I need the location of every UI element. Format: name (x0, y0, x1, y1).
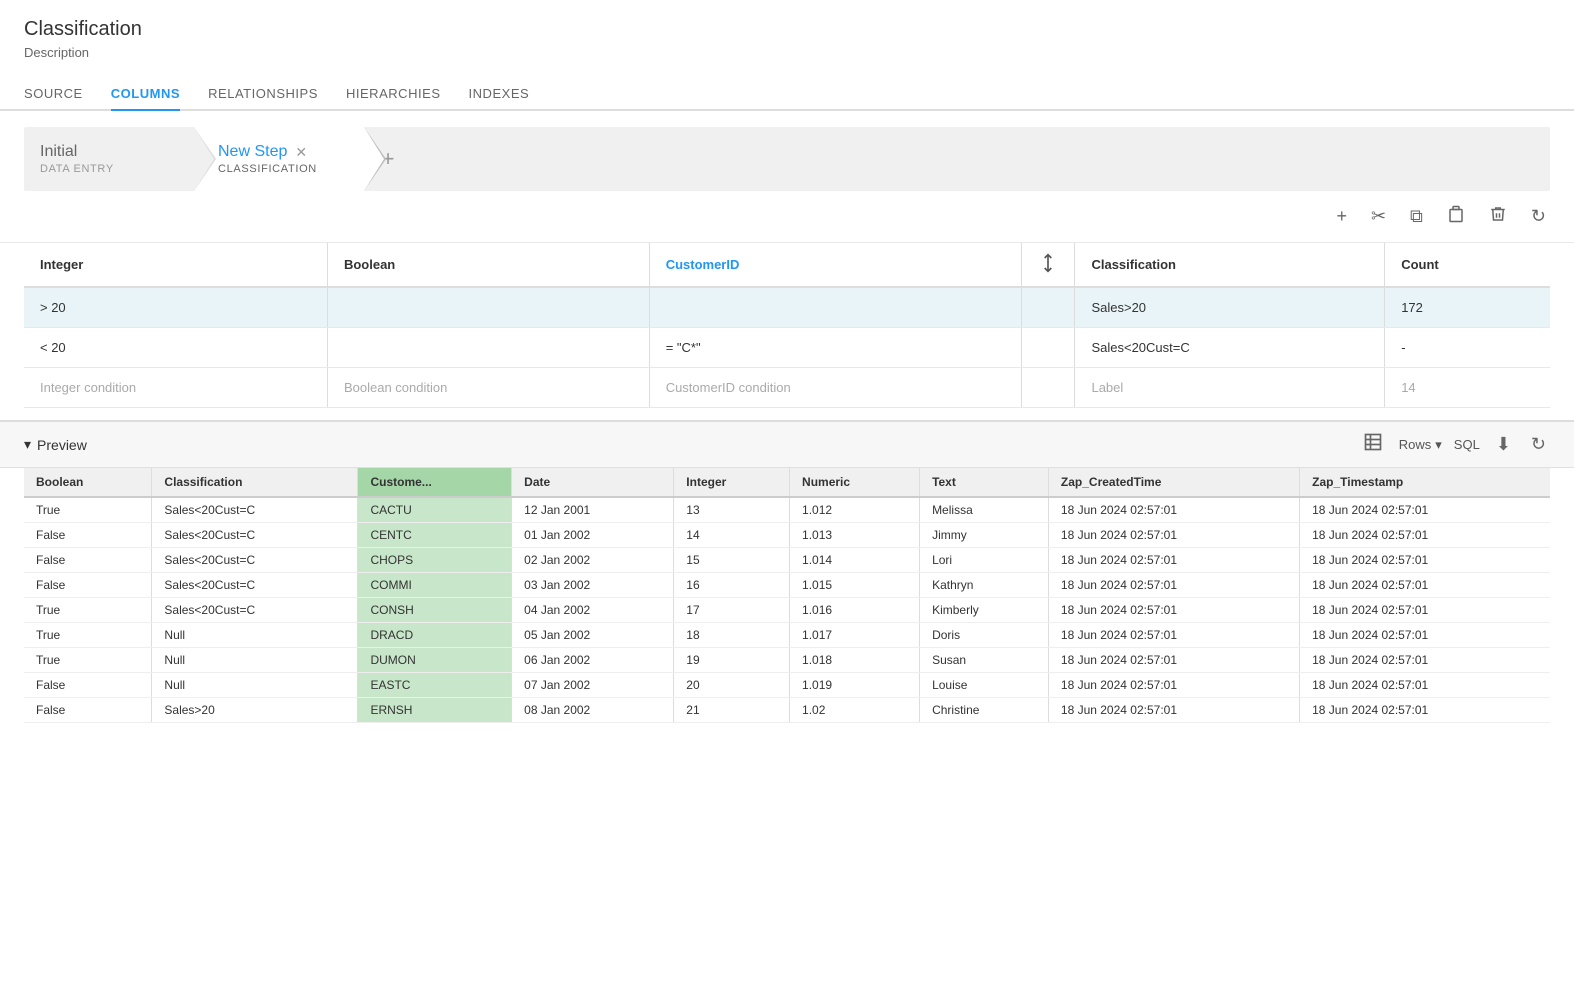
rows-selector[interactable]: Rows ▾ (1399, 437, 1442, 453)
sql-label[interactable]: SQL (1454, 437, 1480, 452)
rows-label-text: Rows (1399, 437, 1432, 452)
col-customerid[interactable]: CustomerID (649, 243, 1022, 287)
preview-controls: Rows ▾ SQL ⬇ ↻ (1359, 430, 1550, 459)
table-row: < 20= "C*"Sales<20Cust=C- (24, 328, 1550, 368)
preview-col-header: Zap_CreatedTime (1048, 468, 1299, 497)
classification-table-container: Integer Boolean CustomerID Classificatio… (0, 243, 1574, 408)
preview-col-header: Boolean (24, 468, 152, 497)
preview-title[interactable]: ▾ Preview (24, 436, 87, 453)
tab-hierarchies[interactable]: HIERARCHIES (346, 76, 441, 111)
step-newstep[interactable]: New Step ✕ CLASSIFICATION (194, 127, 364, 191)
preview-table-row: TrueSales<20Cust=CCACTU12 Jan 2001131.01… (24, 497, 1550, 523)
col-sort[interactable] (1022, 243, 1075, 287)
step-initial-name: Initial (40, 143, 77, 161)
refresh-preview-icon[interactable]: ↻ (1527, 432, 1550, 457)
preview-label: Preview (37, 437, 87, 453)
preview-table-wrap: BooleanClassificationCustome...DateInteg… (0, 468, 1574, 723)
cut-icon[interactable]: ✂ (1367, 202, 1390, 231)
step-newstep-sub: CLASSIFICATION (218, 163, 344, 175)
preview-table-row: TrueNullDRACD05 Jan 2002181.017Doris18 J… (24, 623, 1550, 648)
copy-icon[interactable]: ⧉ (1406, 202, 1427, 231)
add-icon[interactable]: + (1332, 202, 1351, 231)
table-row: > 20Sales>20172 (24, 287, 1550, 328)
preview-header-row: BooleanClassificationCustome...DateInteg… (24, 468, 1550, 497)
preview-header: ▾ Preview Rows ▾ SQL ⬇ ↻ (0, 422, 1574, 468)
steps-bar: Initial DATA ENTRY New Step ✕ CLASSIFICA… (24, 127, 1550, 191)
col-count: Count (1385, 243, 1550, 287)
refresh-icon[interactable]: ↻ (1527, 202, 1550, 231)
preview-col-header: Zap_Timestamp (1300, 468, 1550, 497)
toolbar: + ✂ ⧉ ↻ (0, 191, 1574, 243)
delete-icon[interactable] (1485, 201, 1511, 232)
preview-col-header: Integer (674, 468, 790, 497)
table-view-icon[interactable] (1359, 430, 1387, 459)
preview-table: BooleanClassificationCustome...DateInteg… (24, 468, 1550, 723)
preview-col-header: Date (512, 468, 674, 497)
preview-chevron: ▾ (24, 436, 31, 453)
classification-table: Integer Boolean CustomerID Classificatio… (24, 243, 1550, 408)
page-description: Description (24, 45, 1550, 60)
preview-col-header: Text (920, 468, 1049, 497)
step-initial[interactable]: Initial DATA ENTRY (24, 127, 194, 191)
preview-table-row: FalseSales<20Cust=CCOMMI03 Jan 2002161.0… (24, 573, 1550, 598)
col-classification: Classification (1075, 243, 1385, 287)
rows-chevron: ▾ (1435, 437, 1442, 453)
preview-col-header: Custome... (358, 468, 512, 497)
preview-table-row: FalseNullEASTC07 Jan 2002201.019Louise18… (24, 673, 1550, 698)
preview-col-header: Numeric (790, 468, 920, 497)
paste-icon[interactable] (1443, 201, 1469, 232)
step-newstep-name: New Step (218, 143, 287, 161)
preview-table-row: FalseSales>20ERNSH08 Jan 2002211.02Chris… (24, 698, 1550, 723)
col-integer: Integer (24, 243, 327, 287)
page-title: Classification (24, 18, 1550, 41)
page-header: Classification Description (0, 0, 1574, 66)
step-initial-sub: DATA ENTRY (40, 163, 174, 175)
preview-table-row: FalseSales<20Cust=CCHOPS02 Jan 2002151.0… (24, 548, 1550, 573)
preview-section: ▾ Preview Rows ▾ SQL ⬇ ↻ BooleanClassifi… (0, 420, 1574, 723)
table-row: Integer conditionBoolean conditionCustom… (24, 368, 1550, 408)
table-header-row: Integer Boolean CustomerID Classificatio… (24, 243, 1550, 287)
col-boolean: Boolean (327, 243, 649, 287)
nav-tabs: SOURCE COLUMNS RELATIONSHIPS HIERARCHIES… (0, 76, 1574, 111)
step-close-button[interactable]: ✕ (295, 144, 307, 161)
preview-table-row: TrueNullDUMON06 Jan 2002191.018Susan18 J… (24, 648, 1550, 673)
tab-indexes[interactable]: INDEXES (469, 76, 530, 111)
preview-table-row: TrueSales<20Cust=CCONSH04 Jan 2002171.01… (24, 598, 1550, 623)
preview-col-header: Classification (152, 468, 358, 497)
preview-table-row: FalseSales<20Cust=CCENTC01 Jan 2002141.0… (24, 523, 1550, 548)
tab-source[interactable]: SOURCE (24, 76, 83, 111)
tab-columns[interactable]: COLUMNS (111, 76, 180, 111)
tab-relationships[interactable]: RELATIONSHIPS (208, 76, 318, 111)
download-icon[interactable]: ⬇ (1492, 432, 1515, 457)
